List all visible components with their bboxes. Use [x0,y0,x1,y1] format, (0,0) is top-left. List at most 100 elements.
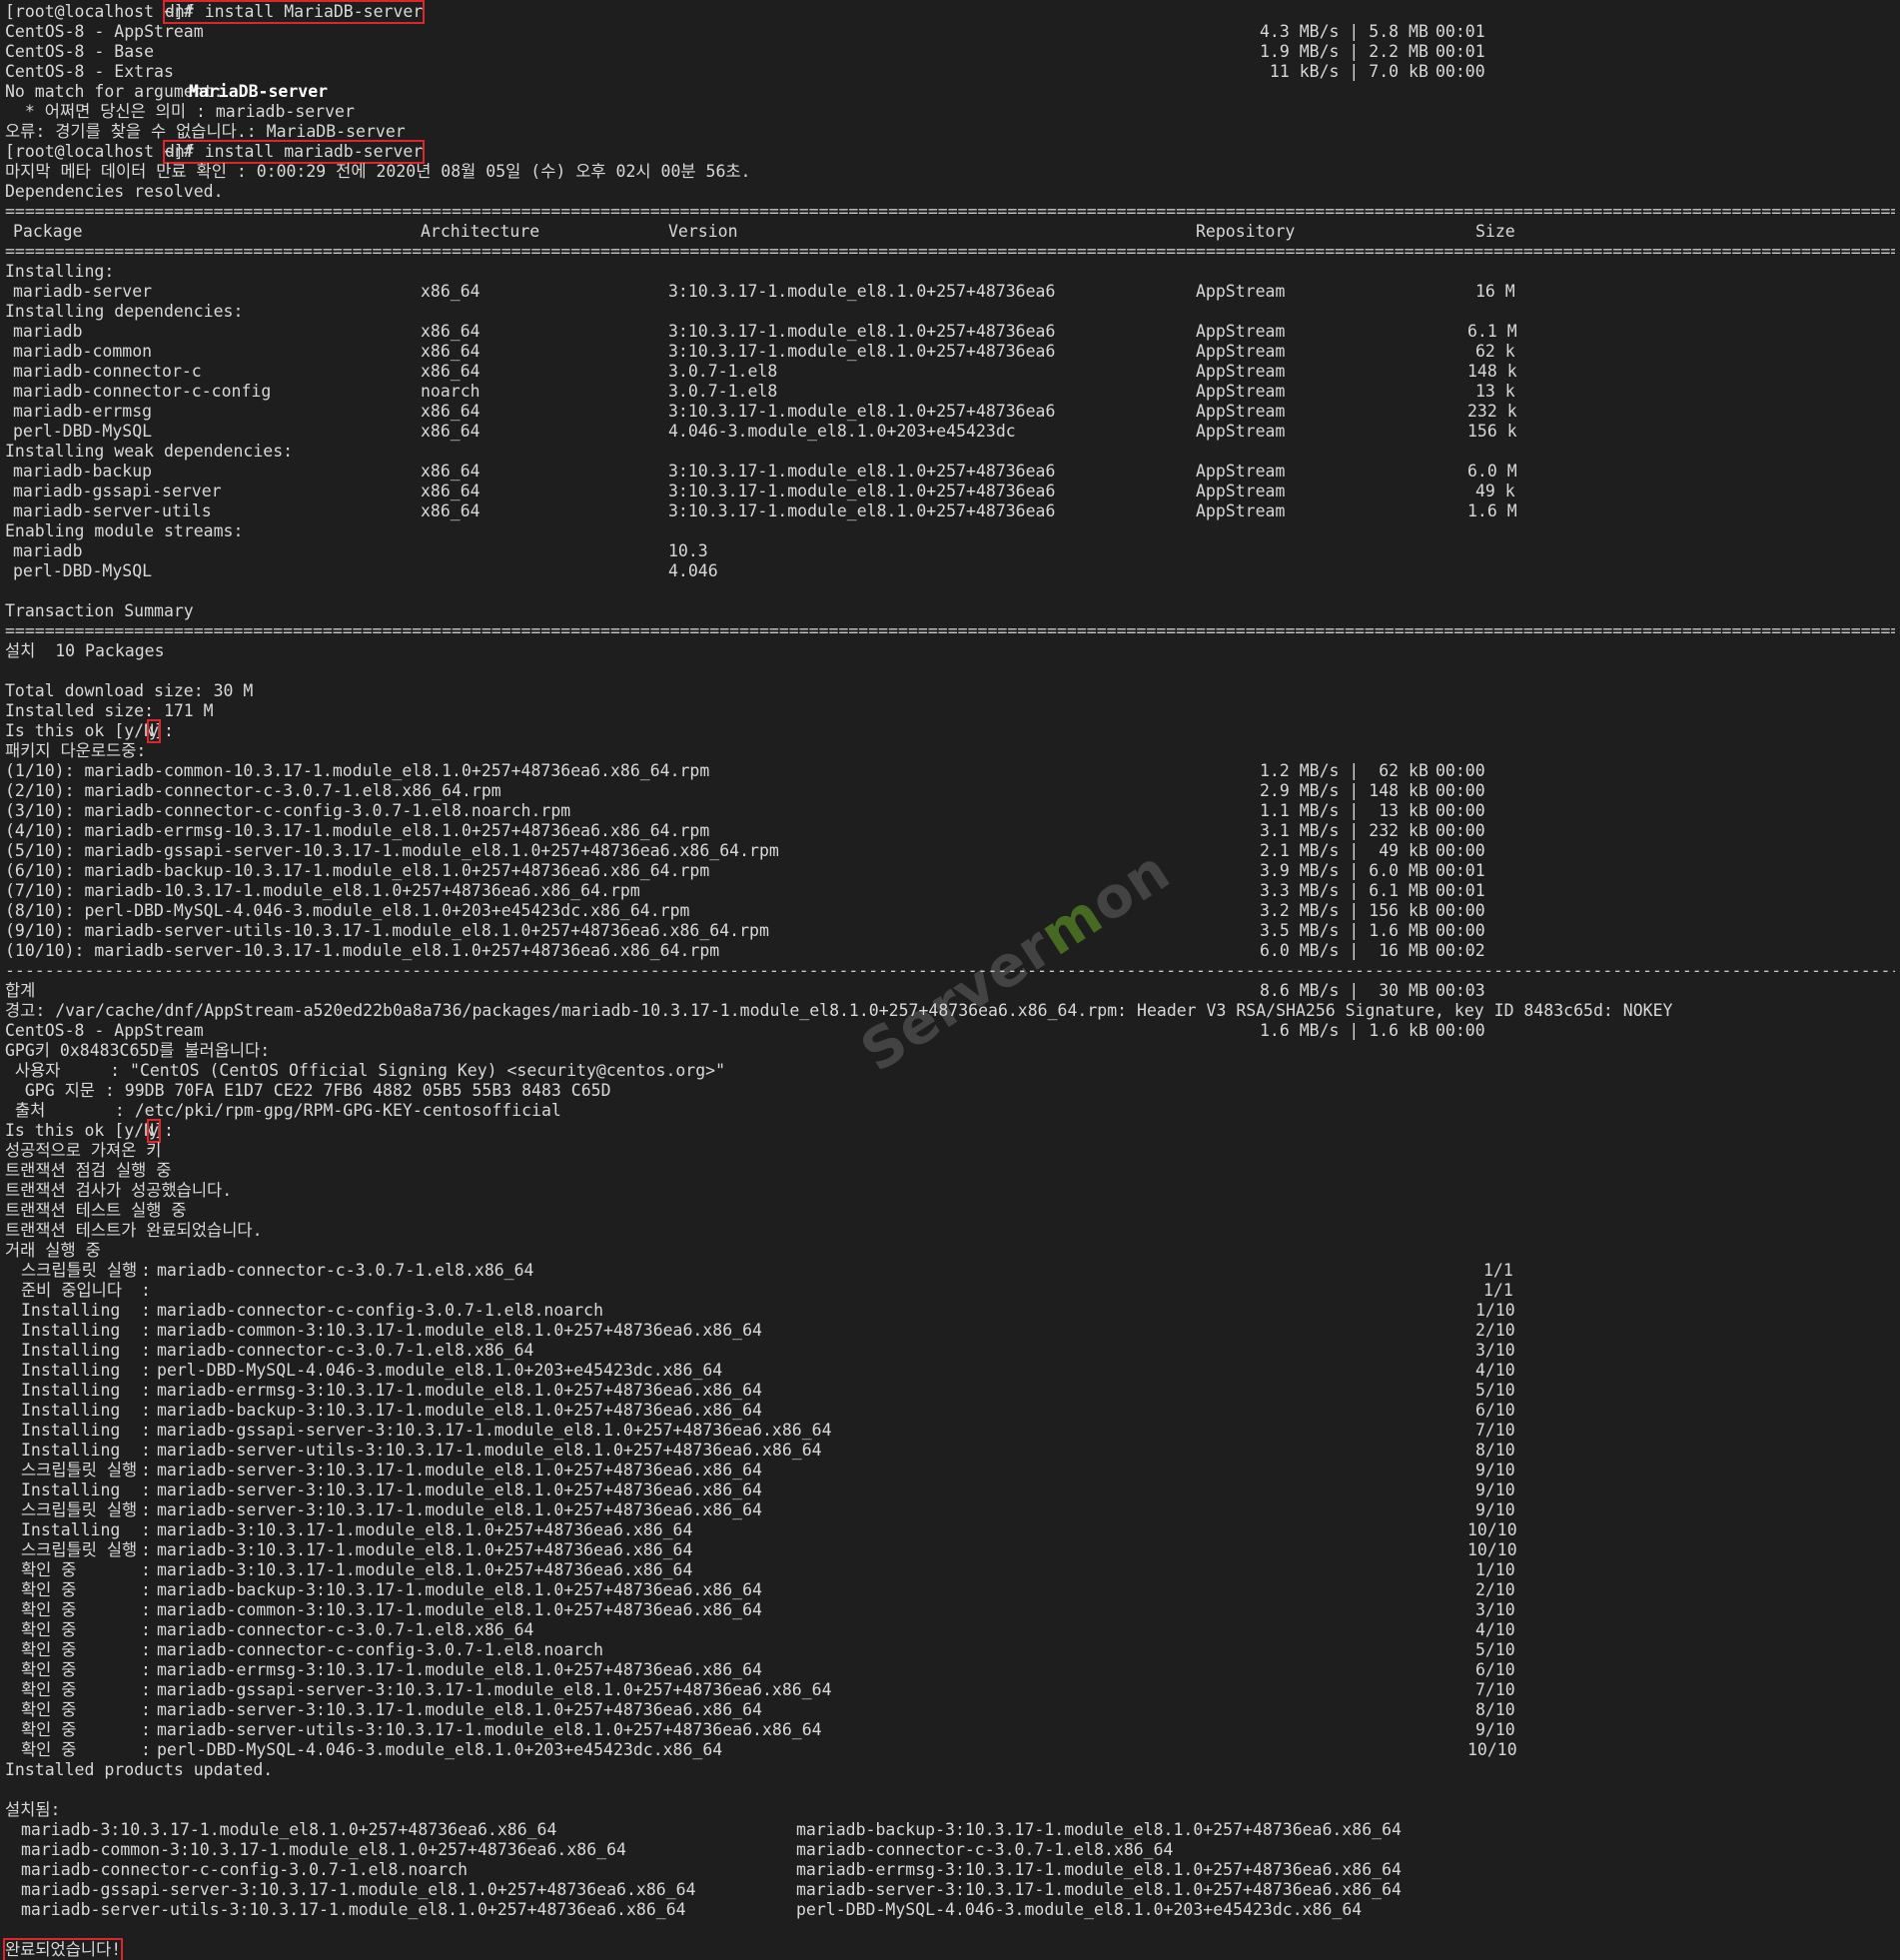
step-package: mariadb-server-3:10.3.17-1.module_el8.1.… [157,1700,762,1719]
package-name: perl-DBD-MySQL [13,422,153,441]
col-header-repo: Repository [1196,222,1296,241]
col-header-size: Size [1475,222,1515,241]
step-package: mariadb-connector-c-3.0.7-1.el8.x86_64 [157,1261,534,1280]
download-rate: 6.0 MB/s | 16 MB [1260,941,1428,960]
table-header: Package Architecture Version Repository Size [5,222,1895,242]
download-rate: 2.1 MB/s | 49 kB [1260,841,1428,860]
step-colon: : [141,1560,151,1579]
step-line: 준비 중입니다: 1/1 [5,1281,1895,1301]
download-time: 00:02 [1435,941,1485,960]
step-colon: : [141,1600,151,1619]
download-rate: 4.3 MB/s | 5.8 MB [1260,22,1428,41]
installed-package: mariadb-server-3:10.3.17-1.module_el8.1.… [796,1880,1402,1899]
step-colon: : [141,1401,151,1420]
step-action: 확인 중 [21,1700,77,1719]
summary-line: 설치 10 Packages [5,641,1895,661]
package-size: 49 k [1475,482,1515,500]
step-line: Installing: mariadb-gssapi-server-3:10.3.… [5,1421,1895,1441]
download-rate: 3.9 MB/s | 6.0 MB [1260,861,1428,880]
step-line: Installing: perl-DBD-MySQL-4.046-3.module… [5,1361,1895,1381]
warning-text: 경고: /var/cache/dnf/AppStream-a520ed22b0a… [5,1001,1673,1020]
step-action: 확인 중 [21,1640,77,1659]
status-line: 성공적으로 가져온 키 [5,1141,1895,1161]
download-line: (2/10): mariadb-connector-c-3.0.7-1.el8.… [5,781,1895,801]
package-size: 6.1 M [1467,322,1517,341]
step-package: mariadb-common-3:10.3.17-1.module_el8.1.… [157,1321,762,1340]
step-action: 확인 중 [21,1580,77,1599]
repo-line: CentOS-8 - Base 1.9 MB/s | 2.2 MB 00:01 [5,42,1895,62]
package-version: 3.0.7-1.el8 [668,362,778,381]
status-text: 트랜잭션 검사가 성공했습니다. [5,1181,233,1200]
complete-line: 완료되었습니다! [2,1938,1895,1960]
package-repo: AppStream [1196,362,1286,381]
installed-package: mariadb-connector-c-config-3.0.7-1.el8.n… [21,1860,469,1879]
repo-name: CentOS-8 - AppStream [5,22,204,41]
step-line: Installing: mariadb-connector-c-3.0.7-1.e… [5,1341,1895,1361]
step-colon: : [141,1720,151,1739]
step-colon: : [141,1520,151,1539]
step-package: perl-DBD-MySQL-4.046-3.module_el8.1.0+20… [157,1361,723,1380]
download-time: 00:01 [1435,22,1485,41]
package-size: 156 k [1467,422,1517,441]
package-repo: AppStream [1196,482,1286,500]
step-colon: : [141,1620,151,1639]
package-name: mariadb-connector-c-config [13,382,272,401]
package-repo: AppStream [1196,382,1286,401]
step-package: mariadb-server-3:10.3.17-1.module_el8.1.… [157,1480,762,1499]
package-size: 6.0 M [1467,462,1517,481]
step-progress: 1/10 [1475,1301,1515,1320]
step-action: 준비 중입니다 [21,1281,123,1300]
table-row: mariadb x86_64 3:10.3.17-1.module_el8.1.0+… [5,322,1895,342]
step-progress: 8/10 [1475,1441,1515,1460]
summary-line: Installed size: 171 M [5,701,1895,721]
step-colon: : [141,1700,151,1719]
prompt-line: [root@localhost ~]# dnf install MariaDB-s… [5,0,1895,24]
gpg-line: 출처 : /etc/pki/rpm-gpg/RPM-GPG-KEY-centos… [5,1101,1895,1121]
status-line: 트랜잭션 테스트 실행 중 [5,1201,1895,1221]
section-title: Installing: [5,262,1895,282]
step-progress: 4/10 [1475,1361,1515,1380]
command-text[interactable]: dnf install MariaDB-server [162,0,426,24]
step-package: mariadb-common-3:10.3.17-1.module_el8.1.… [157,1600,762,1619]
package-repo: AppStream [1196,402,1286,421]
table-row: perl-DBD-MySQL x86_64 4.046-3.module_el8.1… [5,422,1895,442]
download-rate: 1.2 MB/s | 62 kB [1260,761,1428,780]
step-line: 스크립틀릿 실행: mariadb-connector-c-3.0.7-1.el8… [5,1261,1895,1281]
command-text[interactable]: dnf install mariadb-server [162,140,426,164]
step-action: Installing [21,1361,121,1380]
download-time: 00:00 [1435,841,1485,860]
package-repo: AppStream [1196,422,1286,441]
download-line: (1/10): mariadb-common-10.3.17-1.module_… [5,761,1895,781]
table-row: mariadb-server x86_64 3:10.3.17-1.module_e… [5,282,1895,302]
confirm-answer[interactable]: y [147,719,161,743]
installed-size: Installed size: 171 M [5,701,214,720]
section-title: Enabling module streams: [5,521,1895,541]
installed-package: perl-DBD-MySQL-4.046-3.module_el8.1.0+20… [796,1900,1363,1919]
download-file: (3/10): mariadb-connector-c-config-3.0.7… [5,801,571,820]
package-size: 232 k [1467,402,1517,421]
table-row: mariadb-server-utils x86_64 3:10.3.17-1.mo… [5,501,1895,521]
download-time: 00:00 [1435,1021,1485,1040]
download-time: 00:01 [1435,881,1485,900]
download-line: (10/10): mariadb-server-10.3.17-1.module… [5,941,1895,961]
total-label: 합계 [5,981,36,1000]
step-line: 확인 중: mariadb-gssapi-server-3:10.3.17-1.m… [5,1680,1895,1700]
confirm-answer[interactable]: y [147,1119,161,1143]
download-time: 00:00 [1435,821,1485,840]
step-colon: : [141,1381,151,1400]
step-colon: : [141,1660,151,1679]
step-colon: : [141,1480,151,1499]
prompt-line: [root@localhost ~]# dnf install mariadb-s… [5,140,1895,164]
download-rate: 1.6 MB/s | 1.6 kB [1260,1021,1428,1040]
package-version: 3.0.7-1.el8 [668,382,778,401]
download-file: (9/10): mariadb-server-utils-10.3.17-1.m… [5,921,769,940]
package-version: 4.046 [668,561,718,580]
installed-line: mariadb-connector-c-config-3.0.7-1.el8.n… [5,1860,1895,1880]
step-line: Installing: mariadb-server-3:10.3.17-1.mo… [5,1480,1895,1500]
col-header-version: Version [668,222,738,241]
package-size: 16 M [1475,282,1515,301]
download-file: (8/10): perl-DBD-MySQL-4.046-3.module_el… [5,901,690,920]
download-file: (5/10): mariadb-gssapi-server-10.3.17-1.… [5,841,779,860]
repo-line: CentOS-8 - Extras 11 kB/s | 7.0 kB 00:00 [5,62,1895,82]
